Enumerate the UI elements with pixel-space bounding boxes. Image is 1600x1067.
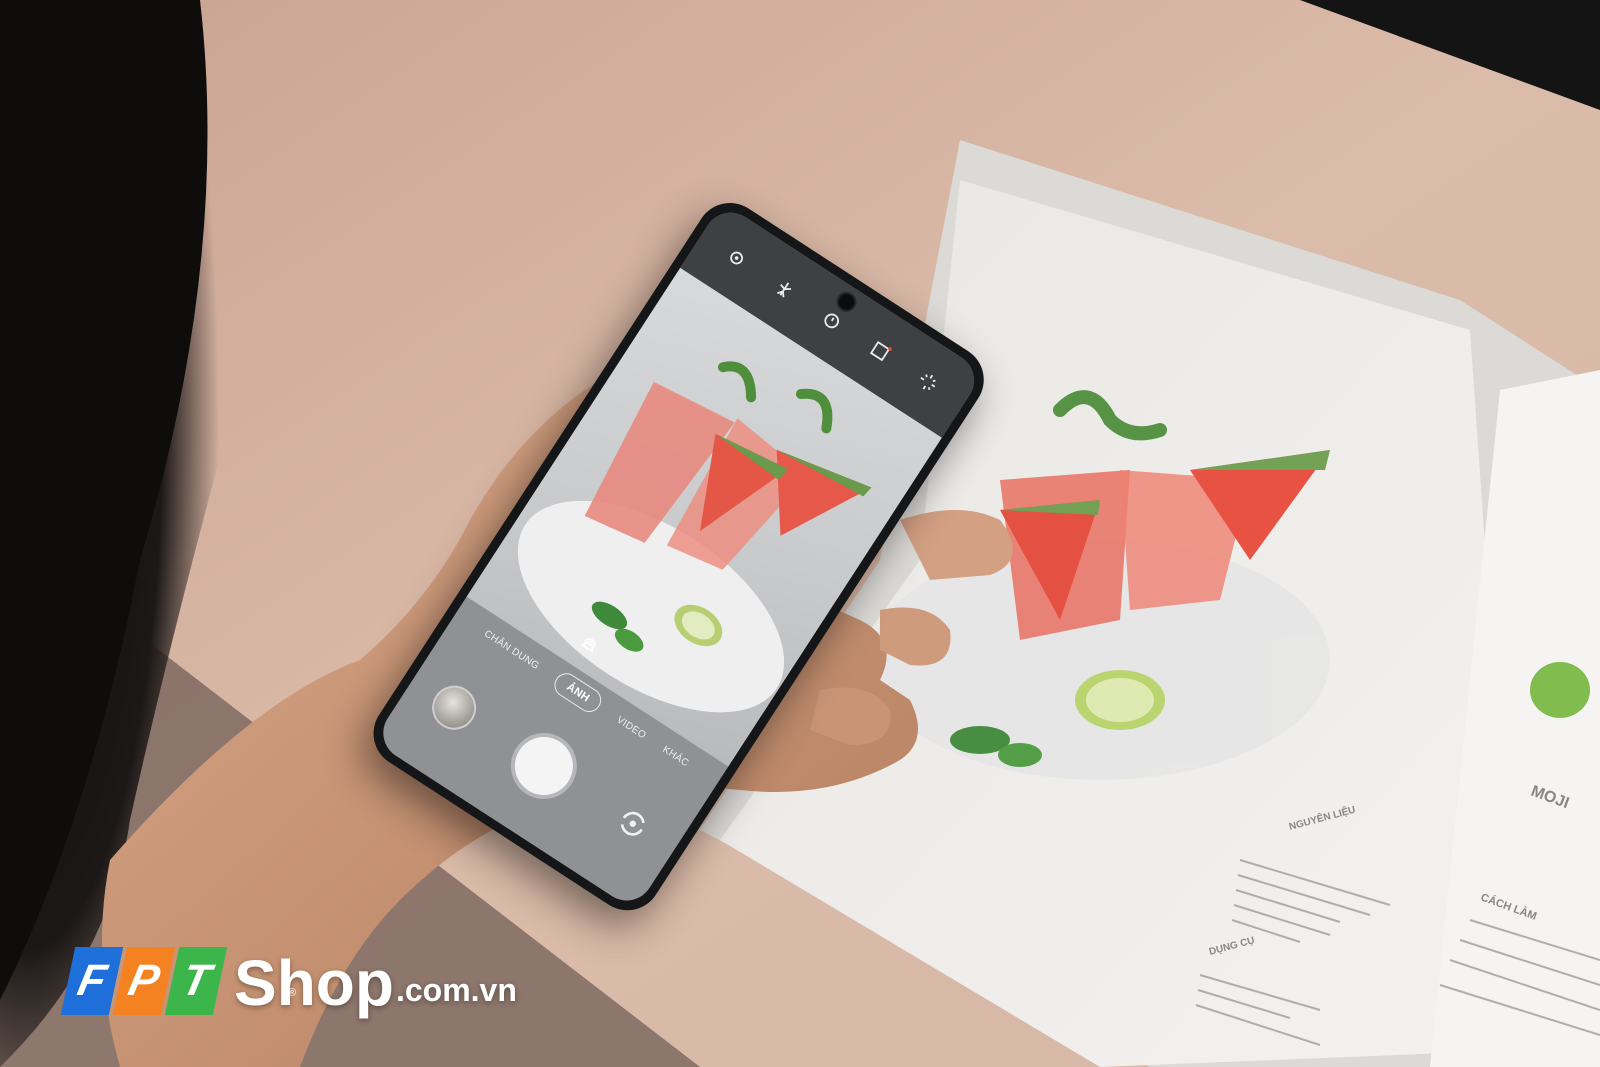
- logo-tile-t: T: [164, 947, 228, 1015]
- mode-video[interactable]: VIDEO: [615, 714, 648, 741]
- mode-more[interactable]: KHÁC: [661, 744, 691, 769]
- switch-camera-icon: [620, 811, 645, 836]
- logo-domain-text: .com.vn: [395, 972, 517, 1008]
- registered-mark: ®: [288, 987, 297, 999]
- filter-icon[interactable]: [911, 365, 944, 398]
- aspect-ratio-icon[interactable]: [863, 334, 896, 367]
- logo-shop-text: Shop: [234, 947, 394, 1019]
- shutter-button[interactable]: [503, 725, 584, 807]
- switch-camera-button[interactable]: [604, 795, 662, 853]
- fptshop-watermark: F P T ® Shop .com.vn: [60, 915, 517, 1019]
- fpt-logo-mark: F P T: [60, 947, 228, 1015]
- gallery-thumbnail[interactable]: [423, 677, 485, 739]
- settings-icon[interactable]: [720, 242, 753, 275]
- motion-photo-icon[interactable]: [768, 273, 801, 306]
